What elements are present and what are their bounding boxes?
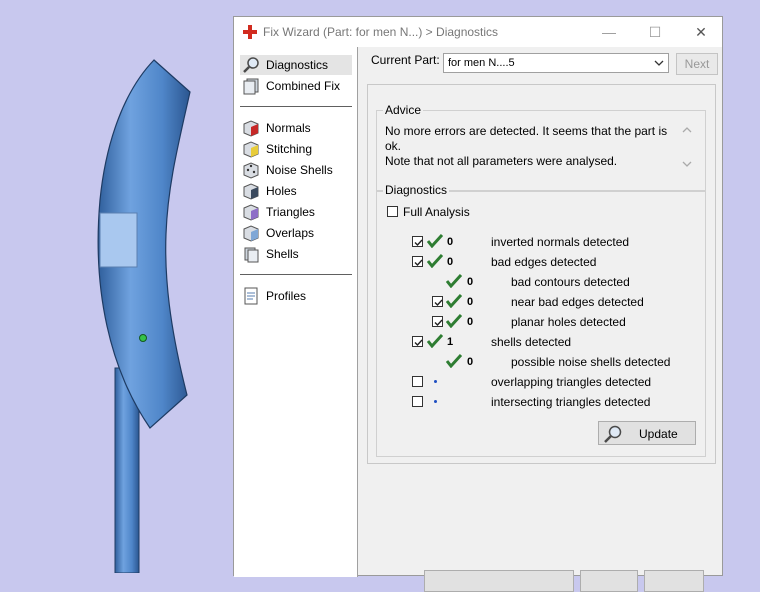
row-label: inverted normals detected: [491, 235, 630, 249]
fix-wizard-dialog: Fix Wizard (Part: for men N...) > Diagno…: [233, 16, 723, 592]
row-checkbox[interactable]: [412, 256, 423, 267]
magnifier-icon: [603, 424, 623, 444]
full-analysis-label: Full Analysis: [403, 205, 470, 219]
minimize-button[interactable]: —: [586, 17, 632, 47]
profile-document-icon: [242, 287, 260, 305]
row-label: shells detected: [491, 335, 572, 349]
sidebar-item-label: Overlaps: [266, 226, 315, 240]
row-checkbox[interactable]: [412, 396, 423, 407]
sidebar-item-normals[interactable]: Normals: [240, 118, 352, 138]
window-title: Fix Wizard (Part: for men N...) > Diagno…: [263, 25, 499, 39]
green-check-icon: [426, 233, 444, 249]
advice-line-2: Note that not all parameters were analys…: [385, 154, 618, 168]
update-button[interactable]: Update: [598, 421, 696, 445]
diagnostics-title: Diagnostics: [383, 183, 450, 197]
sidebar-item-profiles[interactable]: Profiles: [240, 286, 352, 306]
row-count: 0: [447, 256, 454, 268]
row-label: intersecting triangles detected: [491, 395, 651, 409]
row-checkbox[interactable]: [412, 376, 423, 387]
row-checkbox[interactable]: [412, 336, 423, 347]
sidebar-item-label: Triangles: [266, 205, 315, 219]
update-button-label: Update: [639, 427, 678, 441]
row-label: possible noise shells detected: [511, 355, 671, 369]
full-analysis-checkbox[interactable]: [387, 206, 398, 217]
advice-text: No more errors are detected. It seems th…: [385, 124, 675, 169]
3d-viewport[interactable]: [0, 0, 233, 574]
holes-cube-icon: [242, 182, 260, 200]
green-check-icon: [445, 353, 463, 369]
advice-line-1: No more errors are detected. It seems th…: [385, 124, 668, 153]
pivot-marker: [139, 334, 147, 342]
row-label: near bad edges detected: [511, 295, 644, 309]
row-label: bad contours detected: [511, 275, 630, 289]
title-bar[interactable]: Fix Wizard (Part: for men N...) > Diagno…: [234, 17, 722, 47]
advice-scrollbar[interactable]: [680, 123, 694, 171]
sidebar-item-label: Normals: [266, 121, 311, 135]
advice-title: Advice: [383, 103, 424, 117]
red-cross-icon: [242, 24, 258, 40]
wizard-sidebar: Diagnostics Combined Fix Normals Stitchi…: [234, 47, 358, 577]
current-part-value: for men N....5: [448, 57, 515, 69]
row-checkbox[interactable]: [432, 316, 443, 327]
stitching-cube-icon: [242, 140, 260, 158]
sidebar-item-noise-shells[interactable]: Noise Shells: [240, 160, 352, 180]
not-analysed-dot-icon: [434, 380, 437, 383]
sidebar-item-label: Diagnostics: [266, 58, 329, 72]
row-checkbox[interactable]: [432, 296, 443, 307]
current-part-label: Current Part:: [371, 53, 440, 67]
row-count: 0: [467, 316, 474, 328]
row-count: 1: [447, 336, 454, 348]
sidebar-divider: [240, 106, 352, 107]
sidebar-item-label: Profiles: [266, 289, 307, 303]
green-check-icon: [445, 293, 463, 309]
row-count: 0: [467, 276, 474, 288]
row-count: 0: [447, 236, 454, 248]
sidebar-item-label: Combined Fix: [266, 79, 341, 93]
chevron-down-icon: [653, 57, 665, 69]
green-check-icon: [445, 273, 463, 289]
overlaps-cube-icon: [242, 224, 260, 242]
footer-button[interactable]: [424, 570, 574, 592]
green-check-icon: [426, 253, 444, 269]
sidebar-divider: [240, 274, 352, 275]
row-count: 0: [467, 356, 474, 368]
not-analysed-dot-icon: [434, 400, 437, 403]
sidebar-item-label: Noise Shells: [266, 163, 333, 177]
sidebar-item-shells[interactable]: Shells: [240, 244, 352, 264]
normals-cube-icon: [242, 119, 260, 137]
row-label: overlapping triangles detected: [491, 375, 652, 389]
sidebar-item-overlaps[interactable]: Overlaps: [240, 223, 352, 243]
close-button[interactable]: ✕: [678, 17, 724, 47]
row-count: 0: [467, 296, 474, 308]
footer-button[interactable]: [580, 570, 638, 592]
selected-face: [99, 212, 138, 268]
part-model[interactable]: [0, 0, 233, 574]
maximize-button[interactable]: ☐: [632, 17, 678, 47]
sidebar-item-diagnostics[interactable]: Diagnostics: [240, 55, 352, 75]
magnifier-icon: [242, 56, 260, 74]
row-label: planar holes detected: [511, 315, 626, 329]
sidebar-item-stitching[interactable]: Stitching: [240, 139, 352, 159]
green-check-icon: [445, 313, 463, 329]
sidebar-item-combined-fix[interactable]: Combined Fix: [240, 76, 352, 96]
row-label: bad edges detected: [491, 255, 597, 269]
current-part-select[interactable]: for men N....5: [443, 53, 669, 73]
sidebar-item-holes[interactable]: Holes: [240, 181, 352, 201]
layers-icon: [242, 77, 260, 95]
shells-icon: [242, 245, 260, 263]
sidebar-item-label: Stitching: [266, 142, 313, 156]
sidebar-item-label: Shells: [266, 247, 299, 261]
row-checkbox[interactable]: [412, 236, 423, 247]
sidebar-item-label: Holes: [266, 184, 297, 198]
sidebar-item-triangles[interactable]: Triangles: [240, 202, 352, 222]
next-button[interactable]: Next: [676, 53, 718, 75]
green-check-icon: [426, 333, 444, 349]
noise-shells-cube-icon: [242, 161, 260, 179]
triangles-cube-icon: [242, 203, 260, 221]
footer-button[interactable]: [644, 570, 704, 592]
